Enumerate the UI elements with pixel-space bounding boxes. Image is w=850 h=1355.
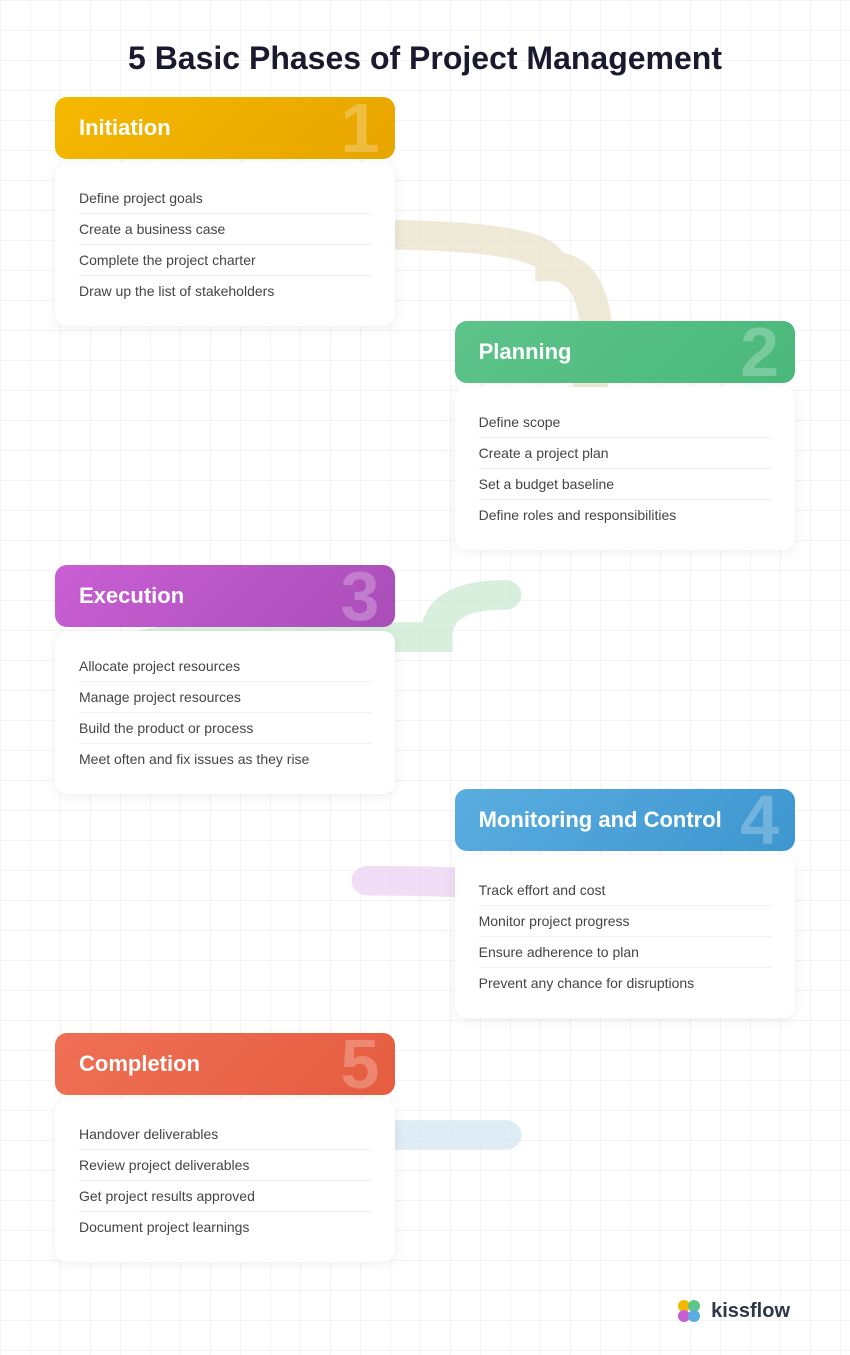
phase-number-initiation: 1 xyxy=(340,97,379,159)
list-item: Define roles and responsibilities xyxy=(479,500,771,530)
list-item: Define project goals xyxy=(79,183,371,214)
list-item: Build the product or process xyxy=(79,713,371,744)
phase-body-initiation: Define project goals Create a business c… xyxy=(55,163,395,326)
list-item: Set a budget baseline xyxy=(479,469,771,500)
list-item: Ensure adherence to plan xyxy=(479,937,771,968)
completion-list: Handover deliverables Review project del… xyxy=(79,1119,371,1242)
list-item: Monitor project progress xyxy=(479,906,771,937)
list-item: Handover deliverables xyxy=(79,1119,371,1150)
phase-header-planning: Planning 2 xyxy=(455,321,795,383)
list-item: Complete the project charter xyxy=(79,245,371,276)
monitoring-list: Track effort and cost Monitor project pr… xyxy=(479,875,771,998)
phase-name-monitoring: Monitoring and Control xyxy=(479,807,722,832)
list-item: Prevent any chance for disruptions xyxy=(479,968,771,998)
execution-list: Allocate project resources Manage projec… xyxy=(79,651,371,774)
list-item: Allocate project resources xyxy=(79,651,371,682)
planning-list: Define scope Create a project plan Set a… xyxy=(479,407,771,530)
phase-header-initiation: Initiation 1 xyxy=(55,97,395,159)
kissflow-text: kissflow xyxy=(711,1300,790,1323)
list-item: Meet often and fix issues as they rise xyxy=(79,744,371,774)
phase-header-monitoring: Monitoring and Control 4 xyxy=(455,789,795,851)
kissflow-logo: kissflow xyxy=(0,1277,850,1355)
list-item: Create a business case xyxy=(79,214,371,245)
phase-name-execution: Execution xyxy=(79,583,184,608)
phase-header-completion: Completion 5 xyxy=(55,1033,395,1095)
phase-header-execution: Execution 3 xyxy=(55,565,395,627)
phase-number-execution: 3 xyxy=(340,565,379,627)
phase-number-completion: 5 xyxy=(340,1033,379,1095)
phase-body-execution: Allocate project resources Manage projec… xyxy=(55,631,395,794)
list-item: Get project results approved xyxy=(79,1181,371,1212)
page-title: 5 Basic Phases of Project Management xyxy=(0,0,850,97)
list-item: Track effort and cost xyxy=(479,875,771,906)
list-item: Define scope xyxy=(479,407,771,438)
list-item: Create a project plan xyxy=(479,438,771,469)
phase-body-monitoring: Track effort and cost Monitor project pr… xyxy=(455,855,795,1018)
phase-number-monitoring: 4 xyxy=(740,789,779,851)
phase-number-planning: 2 xyxy=(740,321,779,383)
list-item: Draw up the list of stakeholders xyxy=(79,276,371,306)
list-item: Manage project resources xyxy=(79,682,371,713)
phase-name-completion: Completion xyxy=(79,1051,200,1076)
phase-name-initiation: Initiation xyxy=(79,115,171,140)
phase-body-completion: Handover deliverables Review project del… xyxy=(55,1099,395,1262)
phase-name-planning: Planning xyxy=(479,339,572,364)
kissflow-icon xyxy=(675,1297,703,1325)
list-item: Document project learnings xyxy=(79,1212,371,1242)
phase-body-planning: Define scope Create a project plan Set a… xyxy=(455,387,795,550)
initiation-list: Define project goals Create a business c… xyxy=(79,183,371,306)
list-item: Review project deliverables xyxy=(79,1150,371,1181)
